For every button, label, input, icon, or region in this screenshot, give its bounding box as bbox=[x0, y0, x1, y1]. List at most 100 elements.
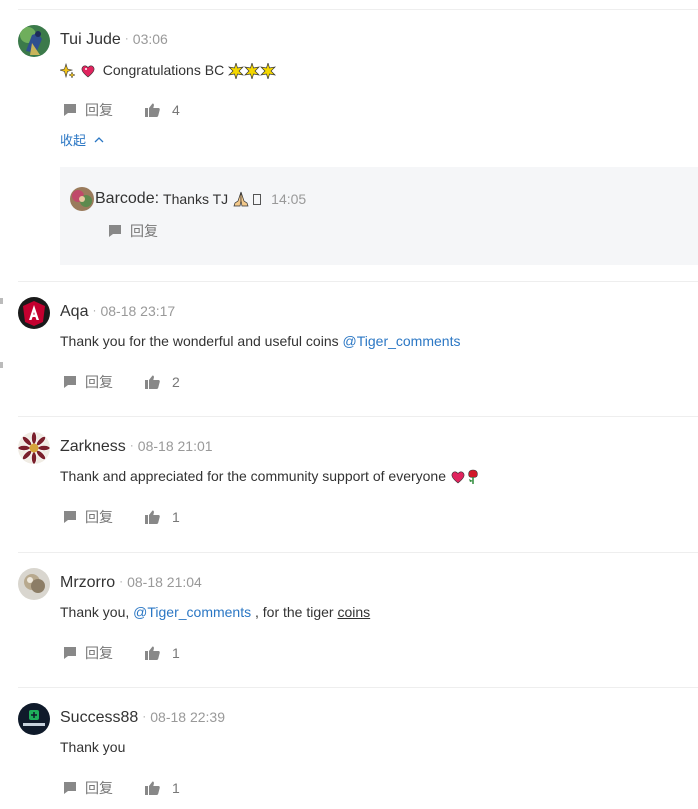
reply-button[interactable]: 回复 bbox=[63, 372, 113, 392]
reply-label: 回复 bbox=[85, 374, 113, 390]
comment-icon bbox=[64, 104, 76, 116]
user-avatar[interactable] bbox=[18, 25, 50, 57]
comment-body-continued: , for the tiger bbox=[251, 604, 338, 620]
comment-actions: 回复 4 bbox=[63, 100, 180, 120]
comment-body: Thank you, bbox=[60, 604, 134, 620]
sparkle-star-icon bbox=[228, 63, 245, 80]
timestamp: 08-18 23:17 bbox=[100, 303, 176, 319]
reply-button[interactable]: 回复 bbox=[63, 507, 113, 527]
edge-marker bbox=[0, 298, 3, 304]
mention-link[interactable]: @Tiger_comments bbox=[343, 333, 461, 349]
user-avatar[interactable] bbox=[18, 297, 50, 329]
username[interactable]: Mrzorro bbox=[60, 574, 115, 591]
thumbs-up-icon bbox=[145, 510, 160, 524]
comment-divider bbox=[18, 281, 698, 282]
thumbs-up-icon bbox=[145, 103, 160, 117]
like-count: 4 bbox=[172, 102, 180, 118]
comment-icon bbox=[109, 225, 121, 237]
like-button[interactable]: 2 bbox=[145, 374, 180, 390]
reply-body: Thanks TJ bbox=[163, 191, 229, 207]
mention-link[interactable]: @Tiger_comments bbox=[133, 604, 251, 620]
comment-text: Thank you bbox=[60, 739, 125, 755]
like-button[interactable]: 1 bbox=[145, 780, 180, 796]
thumbs-up-icon bbox=[145, 375, 160, 389]
like-button[interactable]: 1 bbox=[145, 645, 180, 661]
comment-divider bbox=[18, 552, 698, 553]
reply-colon: : bbox=[154, 190, 160, 207]
top-divider bbox=[18, 9, 698, 10]
reply-button[interactable]: 回复 bbox=[63, 643, 113, 663]
separator-dot: · bbox=[129, 438, 134, 452]
red-heart-icon bbox=[451, 471, 465, 484]
comment-text: Congratulations BC bbox=[60, 62, 277, 80]
folded-hands-icon bbox=[233, 191, 249, 207]
username[interactable]: Aqa bbox=[60, 303, 88, 320]
comment-body: Thank and appreciated for the community … bbox=[60, 468, 446, 484]
like-button[interactable]: 1 bbox=[145, 509, 180, 525]
chevron-up-icon bbox=[94, 136, 104, 142]
comment-icon bbox=[64, 782, 76, 794]
collapse-label: 收起 bbox=[60, 133, 87, 148]
comment-text: Thank you for the wonderful and useful c… bbox=[60, 333, 460, 349]
comment-body: Thank you for the wonderful and useful c… bbox=[60, 333, 343, 349]
user-avatar[interactable] bbox=[18, 432, 50, 464]
thumbs-up-icon bbox=[145, 781, 160, 795]
like-count: 1 bbox=[172, 645, 180, 661]
collapse-replies-button[interactable]: 收起 bbox=[60, 130, 104, 149]
comment-icon bbox=[64, 376, 76, 388]
sparkle-star-icon bbox=[244, 63, 261, 80]
reply-user-avatar[interactable] bbox=[70, 187, 94, 211]
reply-label: 回复 bbox=[85, 780, 113, 796]
unknown-glyph-icon bbox=[253, 193, 262, 205]
like-count: 2 bbox=[172, 374, 180, 390]
comment-body: Congratulations BC bbox=[102, 62, 225, 78]
rose-icon bbox=[468, 469, 478, 485]
username[interactable]: Success88 bbox=[60, 709, 138, 726]
reply-button[interactable]: 回复 bbox=[63, 100, 113, 120]
separator-dot: · bbox=[124, 31, 129, 45]
like-count: 1 bbox=[172, 780, 180, 796]
comment-actions: 回复 1 bbox=[63, 778, 180, 798]
reply-actions: 回复 bbox=[108, 221, 158, 241]
like-button[interactable]: 4 bbox=[145, 102, 180, 118]
thumbs-up-icon bbox=[145, 646, 160, 660]
edge-marker bbox=[0, 362, 3, 368]
reply-label: 回复 bbox=[130, 223, 158, 239]
reply-label: 回复 bbox=[85, 509, 113, 525]
reply-button[interactable]: 回复 bbox=[63, 778, 113, 798]
comment-icon bbox=[64, 511, 76, 523]
reply-username[interactable]: Barcode bbox=[95, 190, 155, 208]
timestamp: 08-18 21:04 bbox=[127, 574, 202, 590]
reply-timestamp: 14:05 bbox=[271, 191, 307, 207]
comment-header: Zarkness · 08-18 21:01 bbox=[60, 438, 213, 456]
username[interactable]: Zarkness bbox=[60, 438, 126, 455]
comment-header: Success88 · 08-18 22:39 bbox=[60, 709, 225, 727]
user-avatar[interactable] bbox=[18, 568, 50, 600]
timestamp: 08-18 21:01 bbox=[137, 438, 213, 454]
sparkles-icon bbox=[60, 63, 76, 80]
reply-label: 回复 bbox=[85, 102, 113, 118]
separator-dot: · bbox=[92, 303, 97, 317]
comment-actions: 回复 1 bbox=[63, 507, 180, 527]
separator-dot: · bbox=[142, 709, 147, 723]
reply-label: 回复 bbox=[85, 645, 113, 661]
separator-dot: · bbox=[119, 574, 124, 588]
comment-text: Thank you, @Tiger_comments , for the tig… bbox=[60, 604, 370, 620]
comment-actions: 回复 2 bbox=[63, 372, 180, 392]
comment-divider bbox=[18, 687, 698, 688]
user-avatar[interactable] bbox=[18, 703, 50, 735]
comment-actions: 回复 1 bbox=[63, 643, 180, 663]
comment-icon bbox=[64, 647, 76, 659]
comment-body: Thank you bbox=[60, 739, 126, 755]
timestamp: 08-18 22:39 bbox=[150, 709, 225, 725]
coins-link[interactable]: coins bbox=[337, 604, 370, 620]
comment-header: Tui Jude · 03:06 bbox=[60, 31, 168, 49]
username[interactable]: Tui Jude bbox=[60, 31, 121, 48]
timestamp: 03:06 bbox=[132, 31, 168, 47]
like-count: 1 bbox=[172, 509, 180, 525]
comment-header: Mrzorro · 08-18 21:04 bbox=[60, 574, 202, 592]
comment-text: Thank and appreciated for the community … bbox=[60, 468, 480, 485]
reply-button[interactable]: 回复 bbox=[108, 221, 158, 241]
reply-thread: Barcode: Thanks TJ 14:05 回复 bbox=[60, 167, 698, 265]
sparkle-star-icon bbox=[260, 63, 277, 80]
